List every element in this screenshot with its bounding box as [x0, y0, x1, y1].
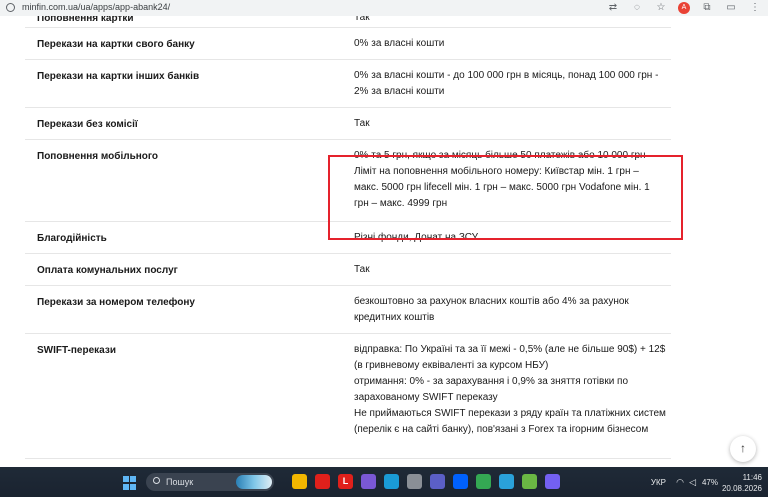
table-row: Перекази на картки інших банків 0% за вла…: [25, 60, 671, 108]
table-row: Перекази за номером телефону безкоштовно …: [25, 286, 671, 334]
battery-level[interactable]: 47%: [702, 478, 718, 487]
row-label: Перекази за номером телефону: [37, 297, 195, 308]
windows-start-icon[interactable]: [123, 476, 137, 490]
clock-time: 11:46: [742, 473, 762, 482]
sidebar-icon[interactable]: ▭: [724, 1, 738, 15]
row-value: Так: [354, 262, 669, 278]
row-label: Поповнення мобільного: [37, 151, 159, 162]
search-placeholder: Пошук: [166, 477, 194, 487]
table-row: Оплата комунальних послуг Так: [25, 254, 671, 286]
account-icon[interactable]: A: [678, 2, 690, 14]
row-value-line: 0% за власні кошти - до 100 000 грн в мі…: [354, 70, 659, 81]
file-explorer-icon[interactable]: [292, 474, 307, 489]
row-value-line: (в гривневому еквіваленті за курсом НБУ): [354, 360, 549, 371]
menu-icon[interactable]: ⋮: [748, 1, 762, 15]
chrome-icon[interactable]: [476, 474, 491, 489]
row-value-line: (перелік є на сайті банку), пов'язані з …: [354, 424, 649, 435]
row-value-line: кредитних коштів: [354, 312, 435, 323]
row-value-line: безкоштовно за рахунок власних коштів аб…: [354, 296, 629, 307]
row-value-line: Так: [354, 264, 370, 275]
row-label: Оплата комунальних послуг: [37, 265, 178, 276]
language-indicator[interactable]: УКР: [651, 478, 666, 487]
search-highlight-image: [236, 475, 272, 489]
page-content: Поповнення картки Так Перекази на картки с…: [0, 16, 768, 467]
opera-icon[interactable]: [315, 474, 330, 489]
edge-icon[interactable]: [384, 474, 399, 489]
extensions-icon[interactable]: ⧉: [700, 1, 714, 15]
row-value-line: 2% за власні кошти: [354, 86, 445, 97]
pinned-apps: L: [292, 474, 560, 489]
taskbar-search[interactable]: Пошук: [146, 473, 274, 491]
search-icon: [153, 477, 160, 484]
row-label: Поповнення картки: [37, 16, 134, 24]
viber-icon[interactable]: [545, 474, 560, 489]
dropbox-icon[interactable]: [453, 474, 468, 489]
volume-icon[interactable]: ◁: [689, 477, 696, 488]
row-value-line: отримання: 0% - за зарахування і 0,9% за…: [354, 376, 629, 387]
wifi-icon[interactable]: ◠: [676, 477, 684, 488]
translate-icon[interactable]: ⇄: [606, 1, 620, 15]
row-value-line: відправка: По Україні та за її межі - 0,…: [354, 344, 666, 355]
taskbar: Пошук L УКР ◠ ◁ 47% 11:46 20.08.2026: [0, 467, 768, 497]
star-icon[interactable]: ☆: [654, 1, 668, 15]
table-row: SWIFT-перекази відправка: По Україні та з…: [25, 334, 671, 459]
row-value-line: Не приймаються SWIFT перекази з ряду кра…: [354, 408, 666, 419]
row-value: Так: [354, 116, 669, 132]
utorrent-icon[interactable]: [522, 474, 537, 489]
l-app-icon[interactable]: L: [338, 474, 353, 489]
telegram-icon[interactable]: [499, 474, 514, 489]
row-label: SWIFT-перекази: [37, 345, 116, 356]
row-value: відправка: По Україні та за її межі - 0,…: [354, 342, 669, 438]
browser-toolbar: minfin.com.ua/ua/apps/app-abank24/ ⇄ ◌ ☆…: [0, 0, 768, 17]
table-row: Поповнення картки Так: [25, 16, 671, 28]
tune-icon[interactable]: [6, 3, 15, 12]
highlight-box: [328, 155, 683, 240]
browser-actions: ⇄ ◌ ☆ A ⧉ ▭ ⋮: [606, 1, 762, 15]
address-bar[interactable]: minfin.com.ua/ua/apps/app-abank24/: [22, 2, 170, 12]
teams-icon[interactable]: [430, 474, 445, 489]
clock[interactable]: 11:46 20.08.2026: [722, 472, 762, 494]
settings-icon[interactable]: [407, 474, 422, 489]
row-label: Благодійність: [37, 233, 107, 244]
row-label: Перекази на картки свого банку: [37, 39, 195, 50]
eye-off-icon[interactable]: ◌: [630, 1, 644, 15]
row-value-line: Так: [354, 118, 370, 129]
row-value: 0% за власні кошти: [354, 36, 669, 52]
row-value: 0% за власні кошти - до 100 000 грн в мі…: [354, 68, 669, 100]
row-label: Перекази на картки інших банків: [37, 71, 200, 82]
row-value-line: 0% за власні кошти: [354, 38, 445, 49]
row-label: Перекази без комісії: [37, 119, 138, 130]
table-row: Перекази на картки свого банку 0% за влас…: [25, 28, 671, 60]
clock-date: 20.08.2026: [721, 484, 762, 493]
photos-icon[interactable]: [361, 474, 376, 489]
row-value-line: зарахованому SWIFT переказу: [354, 392, 498, 403]
scroll-to-top-button[interactable]: ↑: [730, 436, 756, 462]
row-value-line: Так: [354, 16, 370, 23]
row-value: безкоштовно за рахунок власних коштів аб…: [354, 294, 669, 326]
row-value: Так: [354, 16, 669, 26]
table-row: Перекази без комісії Так: [25, 108, 671, 140]
